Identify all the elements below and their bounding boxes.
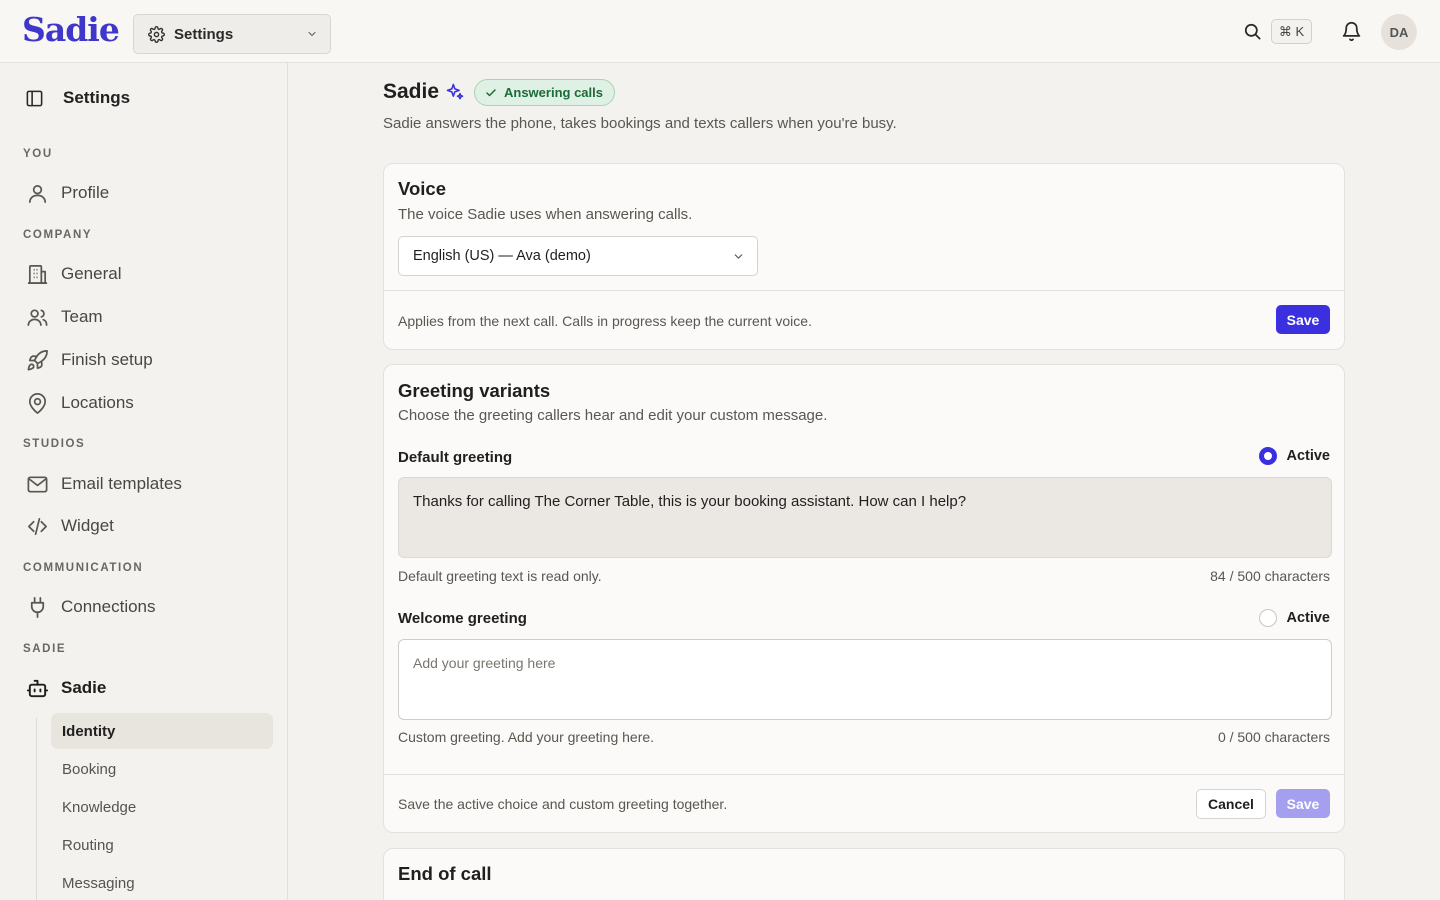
code-icon bbox=[26, 515, 49, 538]
sidebar-toggle-icon[interactable] bbox=[25, 89, 44, 108]
sidebar: Settings YOU Profile COMPANY General Tea… bbox=[0, 63, 288, 900]
sidebar-item-label: Widget bbox=[61, 516, 114, 535]
plug-icon bbox=[26, 596, 49, 619]
section-label-sadie: SADIE bbox=[23, 643, 67, 655]
sidebar-item-label: Team bbox=[61, 307, 103, 326]
subnav-item-routing[interactable]: Routing bbox=[51, 827, 273, 863]
sidebar-item-profile[interactable]: Profile bbox=[26, 180, 109, 206]
subnav-item-messaging[interactable]: Messaging bbox=[51, 865, 273, 900]
sparkles-icon bbox=[445, 82, 465, 102]
sidebar-header: Settings bbox=[25, 88, 130, 108]
welcome-greeting-helper: Custom greeting. Add your greeting here. bbox=[398, 729, 655, 745]
greeting-variants-card: Greeting variants Choose the greeting ca… bbox=[383, 364, 1345, 833]
end-of-call-card: End of call bbox=[383, 848, 1345, 900]
end-of-call-title: End of call bbox=[398, 863, 492, 884]
building-icon bbox=[26, 263, 49, 286]
greeting-card-description: Choose the greeting callers hear and edi… bbox=[398, 407, 828, 424]
subnav-guide-line bbox=[36, 718, 37, 900]
voice-card-description: The voice Sadie uses when answering call… bbox=[398, 206, 693, 223]
map-pin-icon bbox=[26, 392, 49, 415]
bell-icon[interactable] bbox=[1341, 21, 1362, 42]
voice-select-value: English (US) — Ava (demo) bbox=[413, 248, 591, 264]
section-label-studios: STUDIOS bbox=[23, 438, 86, 450]
sidebar-item-team[interactable]: Team bbox=[26, 304, 103, 330]
sidebar-item-label: Finish setup bbox=[61, 350, 153, 369]
sidebar-item-label: Profile bbox=[61, 183, 110, 202]
sidebar-item-label: Locations bbox=[61, 393, 134, 412]
welcome-greeting-char-count: 0 / 500 characters bbox=[1217, 729, 1330, 745]
sidebar-item-widget[interactable]: Widget bbox=[26, 513, 114, 539]
avatar[interactable]: DA bbox=[1381, 14, 1417, 50]
sidebar-title: Settings bbox=[63, 88, 131, 107]
chevron-down-icon bbox=[732, 250, 745, 263]
welcome-greeting-textarea[interactable]: Add your greeting here bbox=[398, 639, 1332, 720]
subnav-item-booking[interactable]: Booking bbox=[51, 751, 273, 787]
default-greeting-char-count: 84 / 500 characters bbox=[1210, 568, 1330, 584]
section-label-company: COMPANY bbox=[23, 229, 93, 241]
greeting-cancel-button[interactable]: Cancel bbox=[1196, 789, 1266, 819]
greeting-save-button[interactable]: Save bbox=[1276, 789, 1330, 818]
voice-footer-note: Applies from the next call. Calls in pro… bbox=[398, 313, 812, 329]
subnav-item-knowledge[interactable]: Knowledge bbox=[51, 789, 273, 825]
greeting-card-title: Greeting variants bbox=[398, 380, 551, 401]
welcome-greeting-label: Welcome greeting bbox=[398, 610, 527, 627]
default-greeting-label: Default greeting bbox=[398, 449, 513, 466]
voice-card-title: Voice bbox=[398, 178, 446, 199]
greeting-footer-note: Save the active choice and custom greeti… bbox=[398, 796, 728, 812]
settings-select-label: Settings bbox=[174, 25, 234, 43]
gear-icon bbox=[148, 25, 165, 43]
voice-card: Voice The voice Sadie uses when answerin… bbox=[383, 163, 1345, 350]
bot-icon bbox=[26, 677, 49, 700]
brand-logo[interactable]: Sadie bbox=[22, 10, 120, 49]
sidebar-item-label: Connections bbox=[61, 597, 156, 616]
search-icon[interactable] bbox=[1243, 22, 1262, 41]
welcome-greeting-active-radio[interactable]: Active bbox=[1259, 609, 1330, 627]
page-subtitle: Sadie answers the phone, takes bookings … bbox=[383, 115, 897, 132]
mail-icon bbox=[26, 473, 49, 496]
settings-select[interactable]: Settings bbox=[133, 14, 331, 54]
default-greeting-text: Thanks for calling The Corner Table, thi… bbox=[398, 477, 1332, 558]
sidebar-item-connections[interactable]: Connections bbox=[26, 594, 156, 620]
sidebar-item-label: Email templates bbox=[61, 474, 182, 493]
user-icon bbox=[26, 182, 49, 205]
rocket-icon bbox=[26, 349, 49, 372]
sidebar-item-label: General bbox=[61, 264, 122, 283]
search-shortcut-hint: ⌘ K bbox=[1271, 19, 1312, 44]
top-bar: Sadie Settings ⌘ K DA bbox=[0, 0, 1440, 63]
radio-label: Active bbox=[1286, 610, 1330, 626]
page-title: Sadie bbox=[383, 80, 440, 103]
card-divider bbox=[384, 290, 1344, 291]
card-divider bbox=[384, 774, 1344, 775]
status-badge-label: Answering calls bbox=[504, 85, 603, 100]
users-icon bbox=[26, 306, 49, 329]
section-label-communication: COMMUNICATION bbox=[23, 562, 144, 574]
subnav-item-identity[interactable]: Identity bbox=[51, 713, 273, 749]
voice-select[interactable]: English (US) — Ava (demo) bbox=[398, 236, 758, 276]
section-label-you: YOU bbox=[23, 148, 53, 160]
status-badge: Answering calls bbox=[474, 79, 615, 106]
sidebar-item-email-templates[interactable]: Email templates bbox=[26, 471, 182, 497]
radio-selected-icon bbox=[1259, 447, 1278, 465]
default-greeting-active-radio[interactable]: Active bbox=[1259, 447, 1330, 465]
radio-unselected-icon bbox=[1259, 609, 1278, 627]
check-icon bbox=[485, 87, 497, 99]
sidebar-item-locations[interactable]: Locations bbox=[26, 390, 134, 416]
sidebar-item-general[interactable]: General bbox=[26, 261, 121, 287]
radio-label: Active bbox=[1286, 448, 1330, 464]
sidebar-item-label: Sadie bbox=[61, 678, 107, 697]
sidebar-item-sadie[interactable]: Sadie bbox=[26, 675, 106, 701]
voice-save-button[interactable]: Save bbox=[1276, 305, 1330, 334]
chevron-down-icon bbox=[306, 28, 318, 40]
sidebar-item-finish-setup[interactable]: Finish setup bbox=[26, 347, 153, 373]
default-greeting-helper: Default greeting text is read only. bbox=[398, 568, 602, 584]
